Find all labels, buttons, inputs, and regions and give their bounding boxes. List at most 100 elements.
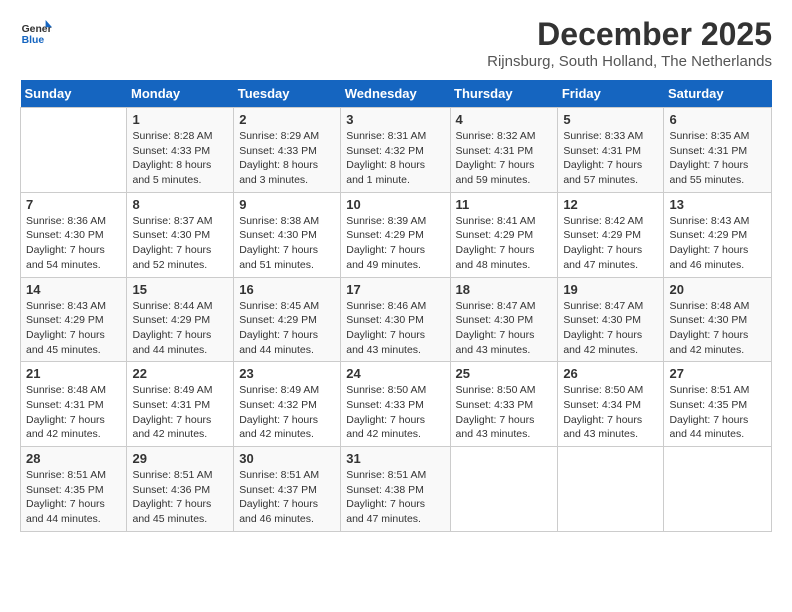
- cell-info: Sunrise: 8:42 AM Sunset: 4:29 PM Dayligh…: [563, 214, 658, 273]
- day-number: 1: [132, 112, 228, 127]
- day-number: 4: [456, 112, 553, 127]
- logo-icon: General Blue: [20, 16, 52, 48]
- col-header-saturday: Saturday: [664, 80, 772, 108]
- calendar-cell: 29 Sunrise: 8:51 AM Sunset: 4:36 PM Dayli…: [127, 447, 234, 532]
- cell-info: Sunrise: 8:33 AM Sunset: 4:31 PM Dayligh…: [563, 129, 658, 188]
- col-header-wednesday: Wednesday: [341, 80, 450, 108]
- calendar-cell: 4 Sunrise: 8:32 AM Sunset: 4:31 PM Daylig…: [450, 108, 558, 193]
- calendar-cell: [21, 108, 127, 193]
- week-row-4: 21Sunrise: 8:48 AM Sunset: 4:31 PM Dayli…: [21, 362, 772, 447]
- cell-info: Sunrise: 8:48 AM Sunset: 4:31 PM Dayligh…: [26, 383, 121, 442]
- calendar-cell: [664, 447, 772, 532]
- day-number: 5: [563, 112, 658, 127]
- day-number: 20: [669, 282, 766, 297]
- day-number: 3: [346, 112, 444, 127]
- cell-info: Sunrise: 8:47 AM Sunset: 4:30 PM Dayligh…: [456, 299, 553, 358]
- calendar-cell: 3 Sunrise: 8:31 AM Sunset: 4:32 PM Daylig…: [341, 108, 450, 193]
- day-number: 16: [239, 282, 335, 297]
- cell-info: Sunrise: 8:41 AM Sunset: 4:29 PM Dayligh…: [456, 214, 553, 273]
- cell-info: Sunrise: 8:46 AM Sunset: 4:30 PM Dayligh…: [346, 299, 444, 358]
- cell-info: Sunrise: 8:47 AM Sunset: 4:30 PM Dayligh…: [563, 299, 658, 358]
- calendar-cell: 20 Sunrise: 8:48 AM Sunset: 4:30 PM Dayli…: [664, 277, 772, 362]
- cell-info: Sunrise: 8:50 AM Sunset: 4:34 PM Dayligh…: [563, 383, 658, 442]
- day-number: 17: [346, 282, 444, 297]
- cell-info: Sunrise: 8:44 AM Sunset: 4:29 PM Dayligh…: [132, 299, 228, 358]
- calendar-cell: 11 Sunrise: 8:41 AM Sunset: 4:29 PM Dayli…: [450, 192, 558, 277]
- calendar-cell: 16 Sunrise: 8:45 AM Sunset: 4:29 PM Dayli…: [234, 277, 341, 362]
- day-number: 7: [26, 197, 121, 212]
- day-number: 18: [456, 282, 553, 297]
- calendar-cell: 22Sunrise: 8:49 AM Sunset: 4:31 PM Dayli…: [127, 362, 234, 447]
- day-number: 13: [669, 197, 766, 212]
- cell-info: Sunrise: 8:43 AM Sunset: 4:29 PM Dayligh…: [669, 214, 766, 273]
- calendar-cell: 8Sunrise: 8:37 AM Sunset: 4:30 PM Daylig…: [127, 192, 234, 277]
- cell-info: Sunrise: 8:43 AM Sunset: 4:29 PM Dayligh…: [26, 299, 121, 358]
- day-number: 31: [346, 451, 444, 466]
- calendar-cell: 19 Sunrise: 8:47 AM Sunset: 4:30 PM Dayli…: [558, 277, 664, 362]
- cell-info: Sunrise: 8:36 AM Sunset: 4:30 PM Dayligh…: [26, 214, 121, 273]
- cell-info: Sunrise: 8:32 AM Sunset: 4:31 PM Dayligh…: [456, 129, 553, 188]
- calendar-cell: [450, 447, 558, 532]
- col-header-friday: Friday: [558, 80, 664, 108]
- calendar-cell: 15 Sunrise: 8:44 AM Sunset: 4:29 PM Dayli…: [127, 277, 234, 362]
- cell-info: Sunrise: 8:51 AM Sunset: 4:35 PM Dayligh…: [669, 383, 766, 442]
- col-header-tuesday: Tuesday: [234, 80, 341, 108]
- day-number: 14: [26, 282, 121, 297]
- cell-info: Sunrise: 8:50 AM Sunset: 4:33 PM Dayligh…: [456, 383, 553, 442]
- day-number: 15: [132, 282, 228, 297]
- cell-info: Sunrise: 8:51 AM Sunset: 4:37 PM Dayligh…: [239, 468, 335, 527]
- day-number: 27: [669, 366, 766, 381]
- day-number: 26: [563, 366, 658, 381]
- cell-info: Sunrise: 8:39 AM Sunset: 4:29 PM Dayligh…: [346, 214, 444, 273]
- logo: General Blue: [20, 16, 52, 48]
- cell-info: Sunrise: 8:35 AM Sunset: 4:31 PM Dayligh…: [669, 129, 766, 188]
- calendar-table: SundayMondayTuesdayWednesdayThursdayFrid…: [20, 80, 772, 532]
- calendar-cell: 13 Sunrise: 8:43 AM Sunset: 4:29 PM Dayli…: [664, 192, 772, 277]
- month-title: December 2025: [487, 16, 772, 53]
- week-row-1: 1 Sunrise: 8:28 AM Sunset: 4:33 PM Daylig…: [21, 108, 772, 193]
- calendar-cell: 2Sunrise: 8:29 AM Sunset: 4:33 PM Daylig…: [234, 108, 341, 193]
- day-number: 9: [239, 197, 335, 212]
- cell-info: Sunrise: 8:31 AM Sunset: 4:32 PM Dayligh…: [346, 129, 444, 188]
- calendar-cell: 10 Sunrise: 8:39 AM Sunset: 4:29 PM Dayli…: [341, 192, 450, 277]
- day-number: 29: [132, 451, 228, 466]
- week-row-5: 28 Sunrise: 8:51 AM Sunset: 4:35 PM Dayli…: [21, 447, 772, 532]
- cell-info: Sunrise: 8:28 AM Sunset: 4:33 PM Dayligh…: [132, 129, 228, 188]
- cell-info: Sunrise: 8:51 AM Sunset: 4:38 PM Dayligh…: [346, 468, 444, 527]
- day-number: 28: [26, 451, 121, 466]
- calendar-cell: 1 Sunrise: 8:28 AM Sunset: 4:33 PM Daylig…: [127, 108, 234, 193]
- week-row-2: 7 Sunrise: 8:36 AM Sunset: 4:30 PM Daylig…: [21, 192, 772, 277]
- calendar-cell: 23Sunrise: 8:49 AM Sunset: 4:32 PM Dayli…: [234, 362, 341, 447]
- calendar-cell: 17 Sunrise: 8:46 AM Sunset: 4:30 PM Dayli…: [341, 277, 450, 362]
- day-number: 19: [563, 282, 658, 297]
- calendar-cell: 14 Sunrise: 8:43 AM Sunset: 4:29 PM Dayli…: [21, 277, 127, 362]
- calendar-cell: 27 Sunrise: 8:51 AM Sunset: 4:35 PM Dayli…: [664, 362, 772, 447]
- cell-info: Sunrise: 8:49 AM Sunset: 4:32 PM Dayligh…: [239, 383, 335, 442]
- day-number: 6: [669, 112, 766, 127]
- cell-info: Sunrise: 8:38 AM Sunset: 4:30 PM Dayligh…: [239, 214, 335, 273]
- cell-info: Sunrise: 8:51 AM Sunset: 4:35 PM Dayligh…: [26, 468, 121, 527]
- day-number: 11: [456, 197, 553, 212]
- cell-info: Sunrise: 8:45 AM Sunset: 4:29 PM Dayligh…: [239, 299, 335, 358]
- calendar-cell: 18 Sunrise: 8:47 AM Sunset: 4:30 PM Dayli…: [450, 277, 558, 362]
- cell-info: Sunrise: 8:50 AM Sunset: 4:33 PM Dayligh…: [346, 383, 444, 442]
- cell-info: Sunrise: 8:48 AM Sunset: 4:30 PM Dayligh…: [669, 299, 766, 358]
- calendar-cell: [558, 447, 664, 532]
- day-number: 10: [346, 197, 444, 212]
- calendar-cell: 6 Sunrise: 8:35 AM Sunset: 4:31 PM Daylig…: [664, 108, 772, 193]
- cell-info: Sunrise: 8:51 AM Sunset: 4:36 PM Dayligh…: [132, 468, 228, 527]
- day-number: 12: [563, 197, 658, 212]
- col-header-sunday: Sunday: [21, 80, 127, 108]
- title-block: December 2025 Rijnsburg, South Holland, …: [487, 16, 772, 70]
- cell-info: Sunrise: 8:29 AM Sunset: 4:33 PM Dayligh…: [239, 129, 335, 188]
- col-header-thursday: Thursday: [450, 80, 558, 108]
- page-header: General Blue December 2025 Rijnsburg, So…: [20, 16, 772, 70]
- calendar-cell: 24Sunrise: 8:50 AM Sunset: 4:33 PM Dayli…: [341, 362, 450, 447]
- cell-info: Sunrise: 8:37 AM Sunset: 4:30 PM Dayligh…: [132, 214, 228, 273]
- calendar-cell: 12 Sunrise: 8:42 AM Sunset: 4:29 PM Dayli…: [558, 192, 664, 277]
- calendar-cell: 31 Sunrise: 8:51 AM Sunset: 4:38 PM Dayli…: [341, 447, 450, 532]
- location: Rijnsburg, South Holland, The Netherland…: [487, 53, 772, 70]
- calendar-cell: 5 Sunrise: 8:33 AM Sunset: 4:31 PM Daylig…: [558, 108, 664, 193]
- svg-text:Blue: Blue: [22, 35, 45, 46]
- calendar-cell: 26 Sunrise: 8:50 AM Sunset: 4:34 PM Dayli…: [558, 362, 664, 447]
